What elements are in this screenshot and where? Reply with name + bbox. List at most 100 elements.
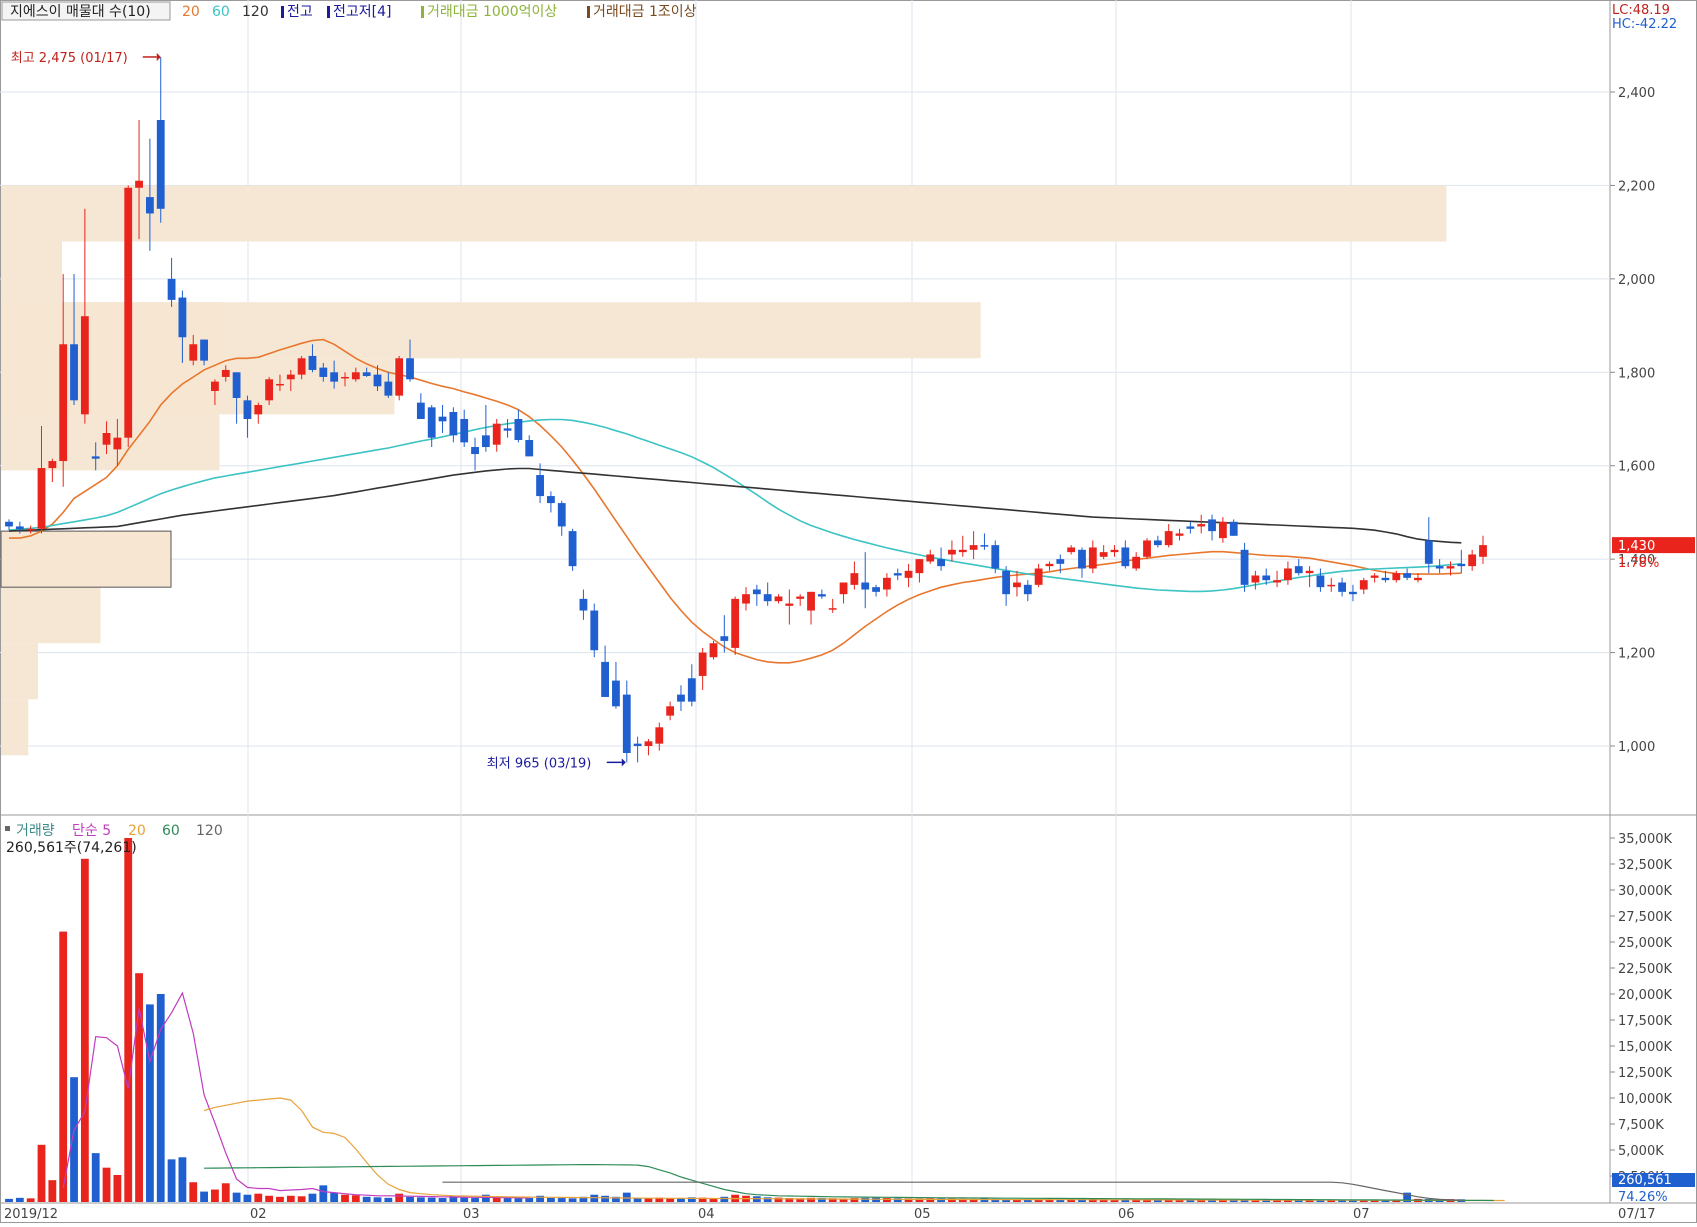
legend-marker bbox=[327, 6, 330, 18]
candle-body bbox=[1273, 580, 1281, 583]
volume-bar bbox=[80, 858, 89, 1202]
volume-bar bbox=[91, 1153, 100, 1202]
candle-body bbox=[1186, 526, 1195, 529]
candle-body bbox=[1143, 540, 1151, 557]
candle-body bbox=[135, 180, 143, 188]
candle-body bbox=[1110, 549, 1119, 553]
volume-bar bbox=[601, 1195, 610, 1202]
volume-bar bbox=[763, 1197, 772, 1202]
volume-profile-bar bbox=[1, 241, 63, 303]
price-tick-label: 1,800 bbox=[1618, 366, 1655, 381]
candle-body bbox=[1424, 540, 1433, 564]
candle-body bbox=[1262, 575, 1271, 581]
candle-body bbox=[503, 428, 512, 431]
volume-legend-marker bbox=[5, 826, 10, 831]
candle-body bbox=[341, 376, 349, 379]
volume-bar bbox=[37, 1144, 46, 1202]
legend-marker bbox=[281, 6, 284, 18]
candle-body bbox=[904, 570, 913, 578]
candle-body bbox=[1414, 577, 1422, 581]
price-legend-ma-20: 20 bbox=[182, 4, 200, 20]
candle-body bbox=[731, 598, 740, 648]
volume-bar bbox=[330, 1192, 339, 1202]
candle-body bbox=[200, 339, 208, 361]
candle-body bbox=[915, 559, 924, 574]
volume-bar bbox=[503, 1198, 512, 1202]
candle-body bbox=[1240, 549, 1249, 585]
candle-body bbox=[937, 559, 945, 567]
date-label: 03 bbox=[463, 1207, 480, 1222]
candle-body bbox=[221, 369, 230, 377]
candle-body bbox=[265, 379, 274, 401]
volume-legend-item: 60 bbox=[162, 823, 180, 839]
candle-body bbox=[492, 423, 501, 445]
volume-bar bbox=[406, 1196, 414, 1202]
volume-legend-item: 20 bbox=[128, 823, 146, 839]
candle-body bbox=[785, 603, 794, 606]
candle-body bbox=[15, 526, 24, 530]
volume-bar bbox=[200, 1191, 208, 1202]
chart-svg: 1,0001,2001,4001,6001,8002,0002,2002,400… bbox=[0, 0, 1697, 1223]
volume-bar bbox=[438, 1198, 447, 1202]
volume-tick-label: 25,000K bbox=[1618, 936, 1672, 951]
candle-body bbox=[167, 278, 176, 300]
candle-body bbox=[1327, 584, 1336, 587]
volume-bar bbox=[15, 1197, 24, 1202]
volume-tick-label: 15,000K bbox=[1618, 1040, 1672, 1055]
candle-body bbox=[243, 400, 252, 419]
candle-body bbox=[590, 610, 599, 651]
candle-body bbox=[796, 596, 805, 599]
volume-bar bbox=[70, 1077, 78, 1202]
candle-body bbox=[525, 440, 534, 457]
date-label: 04 bbox=[698, 1207, 715, 1222]
candle-body bbox=[178, 297, 187, 338]
candle-body bbox=[861, 582, 870, 590]
candle-body bbox=[644, 741, 653, 746]
candle-body bbox=[1457, 563, 1466, 567]
price-tick-label: 2,400 bbox=[1618, 86, 1655, 101]
stock-chart[interactable]: 1,000 1,200 1,400 1,600 1,800 2,000 2,200 2,400… bbox=[0, 0, 1697, 1223]
volume-tick-label: 20,000K bbox=[1618, 988, 1672, 1003]
candle-body bbox=[48, 461, 57, 469]
volume-bar bbox=[59, 931, 68, 1202]
candle-body bbox=[817, 594, 826, 597]
volume-bar bbox=[416, 1197, 425, 1202]
volume-bar bbox=[351, 1195, 360, 1202]
candle-body bbox=[37, 468, 46, 529]
volume-bar bbox=[243, 1194, 252, 1202]
candle-body bbox=[882, 577, 891, 590]
volume-bar bbox=[145, 1004, 154, 1202]
candle-body bbox=[1359, 580, 1368, 590]
date-label: 05 bbox=[914, 1207, 931, 1222]
volume-tick-label: 7,500K bbox=[1618, 1118, 1664, 1133]
candle-body bbox=[1338, 582, 1347, 592]
volume-legend-item: 단순 5 bbox=[72, 823, 111, 839]
candle-body bbox=[720, 636, 729, 641]
candle-body bbox=[828, 608, 837, 610]
candle-body bbox=[666, 706, 675, 716]
candle-body bbox=[1370, 575, 1379, 578]
date-label: 2019/12 bbox=[4, 1207, 58, 1222]
volume-bar bbox=[471, 1198, 479, 1202]
candle-body bbox=[1392, 573, 1401, 581]
candle-body bbox=[373, 374, 382, 387]
current-price-label: 1,430 bbox=[1618, 539, 1655, 554]
candle-body bbox=[1468, 554, 1477, 567]
candle-body bbox=[1013, 582, 1021, 588]
hc-label: HC:-42.22 bbox=[1612, 17, 1677, 32]
date-label: 07/17 bbox=[1618, 1207, 1655, 1222]
candle-body bbox=[26, 528, 35, 531]
candle-body bbox=[286, 374, 295, 380]
candle-body bbox=[113, 437, 122, 450]
volume-bar bbox=[622, 1192, 631, 1202]
volume-bar bbox=[547, 1197, 555, 1202]
volume-profile-bar bbox=[1, 699, 29, 756]
candle-body bbox=[59, 344, 68, 462]
candle-body bbox=[1349, 591, 1357, 595]
candle-body bbox=[568, 531, 577, 567]
candle-body bbox=[1251, 575, 1260, 583]
current-change-label: 1.78% bbox=[1618, 556, 1659, 571]
volume-bar bbox=[568, 1198, 577, 1202]
candle-body bbox=[297, 358, 306, 375]
volume-tick-label: 27,500K bbox=[1618, 910, 1672, 925]
